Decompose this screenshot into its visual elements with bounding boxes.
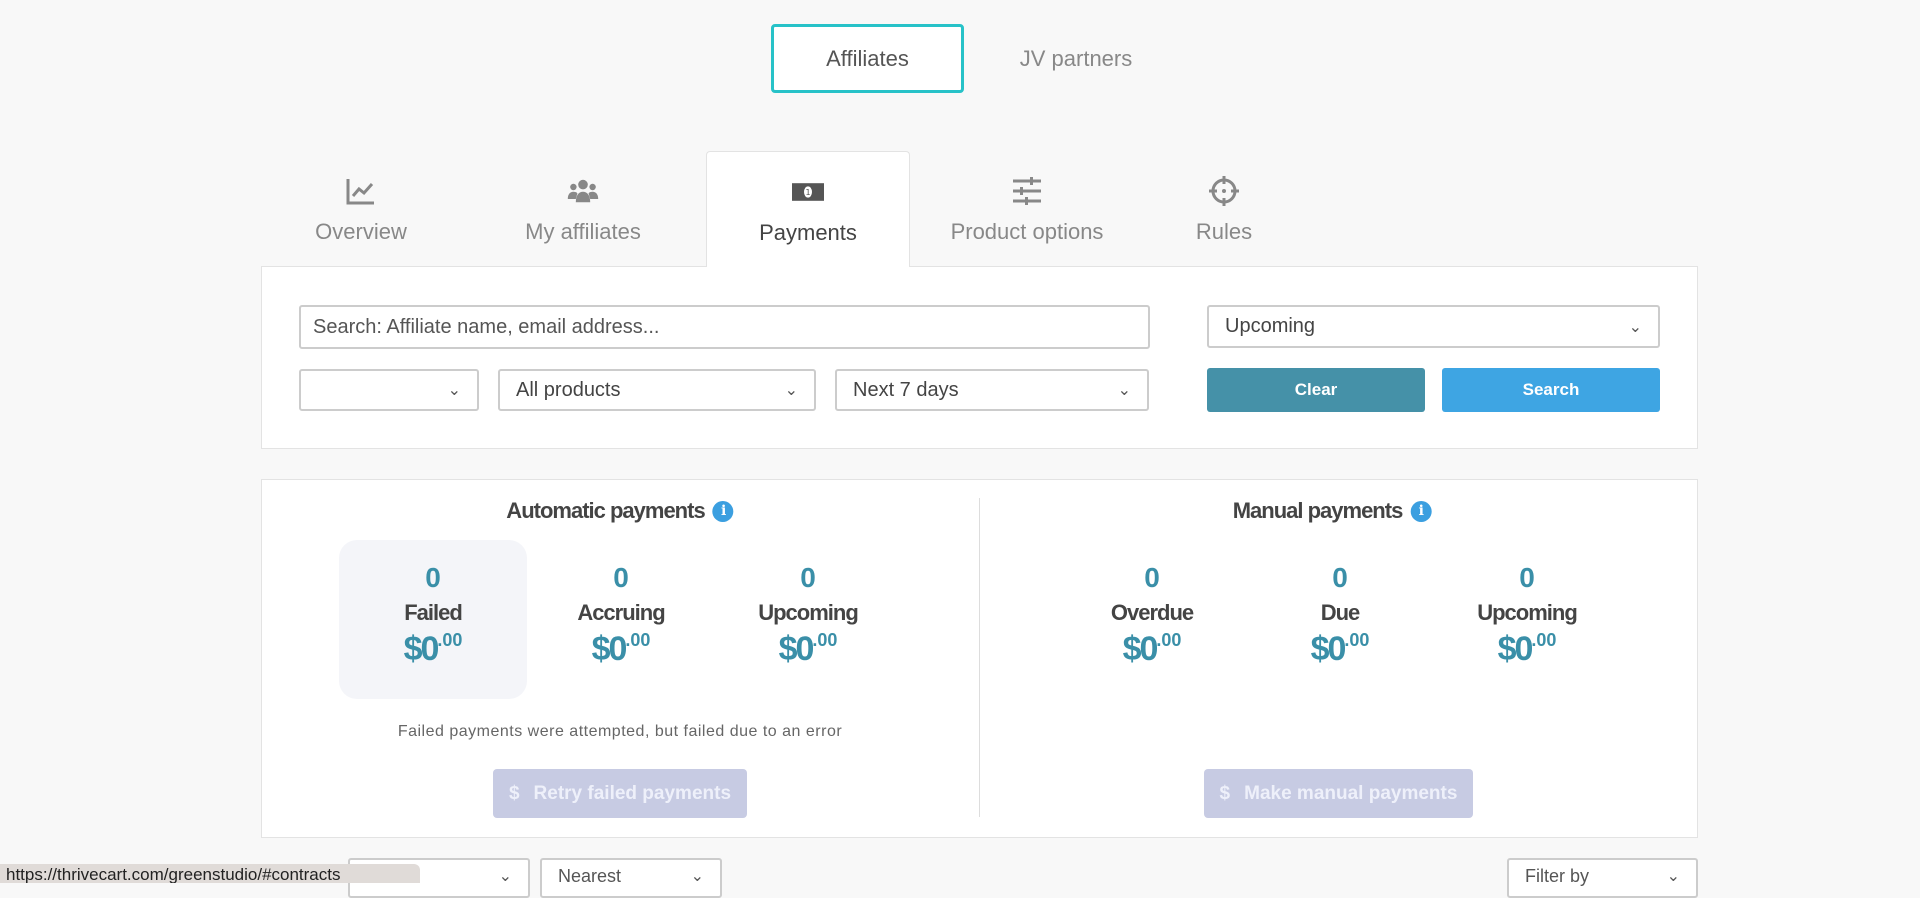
stat-failed[interactable]: 0 Failed $0.00	[339, 562, 527, 669]
chevron-down-icon: ⌄	[447, 382, 461, 399]
tab-overview[interactable]: Overview	[259, 151, 463, 267]
filter-panel	[261, 266, 1698, 449]
first-filter-select[interactable]: ⌄	[299, 369, 479, 411]
manual-payments-title: Manual payments i	[1233, 498, 1432, 524]
stat-upcoming[interactable]: 0 Upcoming $0.00	[714, 562, 902, 669]
stat-label: Due	[1320, 600, 1361, 625]
info-icon[interactable]: i	[712, 500, 734, 522]
tab-label: Payments	[759, 220, 857, 245]
tab-label: Rules	[1195, 219, 1253, 244]
dollar-icon: $	[508, 782, 520, 804]
chevron-down-icon: ⌄	[498, 868, 512, 885]
users-icon	[567, 179, 599, 203]
stat-count: 0	[1519, 562, 1535, 593]
make-manual-payments-button[interactable]: $ Make manual payments	[1204, 769, 1473, 818]
divider	[979, 498, 980, 817]
stat-count: 0	[1332, 562, 1348, 593]
chevron-down-icon: ⌄	[1117, 382, 1131, 399]
tab-rules[interactable]: Rules	[1122, 151, 1326, 267]
products-select-value: All products	[516, 378, 621, 401]
chevron-down-icon: ⌄	[1628, 318, 1642, 336]
title-text: Manual payments	[1232, 498, 1404, 523]
order-select[interactable]: Nearest ⌄	[540, 858, 722, 898]
search-input[interactable]: Search: Affiliate name, email address...	[299, 305, 1150, 349]
stat-amount: $0.00	[1122, 630, 1182, 668]
failed-note: Failed payments were attempted, but fail…	[397, 723, 843, 740]
stat-label: Failed	[404, 600, 463, 625]
filter-select-value: Filter by	[1525, 866, 1590, 886]
dollar-icon: $	[1219, 782, 1231, 804]
affiliates-toggle[interactable]: Affiliates	[771, 24, 964, 93]
stat-count: 0	[425, 562, 441, 593]
crosshairs-icon	[1209, 176, 1239, 206]
stat-amount: $0.00	[1310, 630, 1370, 668]
products-select[interactable]: All products ⌄	[498, 369, 816, 411]
chevron-down-icon: ⌄	[690, 868, 704, 885]
status-bar-url: https://thrivecart.com/greenstudio/#cont…	[0, 864, 420, 883]
tab-label: My affiliates	[525, 219, 641, 244]
automatic-payments-title: Automatic payments i	[506, 498, 734, 524]
sliders-icon	[1013, 177, 1041, 205]
search-button[interactable]: Search	[1442, 368, 1660, 412]
order-select-value: Nearest	[558, 866, 622, 886]
stat-label: Accruing	[577, 600, 665, 625]
tab-label: Product options	[950, 219, 1104, 244]
tab-my-affiliates[interactable]: My affiliates	[481, 151, 685, 267]
jv-partners-toggle[interactable]: JV partners	[990, 24, 1162, 93]
tab-product-options[interactable]: Product options	[925, 151, 1129, 267]
svg-text:1: 1	[805, 188, 810, 197]
chart-line-icon	[346, 179, 374, 205]
clear-button[interactable]: Clear	[1207, 368, 1425, 412]
button-label: Retry failed payments	[533, 782, 732, 804]
chevron-down-icon: ⌄	[784, 382, 798, 399]
filter-by-select[interactable]: Filter by ⌄	[1507, 858, 1698, 898]
stat-manual-upcoming[interactable]: 0 Upcoming $0.00	[1433, 562, 1621, 669]
stat-amount: $0.00	[1497, 630, 1557, 668]
stat-amount: $0.00	[591, 630, 651, 668]
stat-count: 0	[1144, 562, 1160, 593]
status-select-value: Upcoming	[1225, 315, 1316, 337]
chevron-down-icon: ⌄	[1666, 868, 1680, 885]
status-select[interactable]: Upcoming ⌄	[1207, 305, 1660, 348]
money-bill-icon: 1	[792, 183, 824, 201]
stat-label: Overdue	[1110, 600, 1194, 625]
period-select[interactable]: Next 7 days ⌄	[835, 369, 1149, 411]
stat-count: 0	[613, 562, 629, 593]
tab-label: Overview	[315, 219, 407, 244]
stat-due[interactable]: 0 Due $0.00	[1246, 562, 1434, 669]
stat-amount: $0.00	[403, 630, 463, 668]
retry-failed-payments-button[interactable]: $ Retry failed payments	[493, 769, 747, 818]
stat-amount: $0.00	[778, 630, 838, 668]
stat-count: 0	[800, 562, 816, 593]
info-icon[interactable]: i	[1410, 500, 1432, 522]
title-text: Automatic payments	[506, 498, 705, 523]
stat-label: Upcoming	[1477, 600, 1578, 625]
stat-label: Upcoming	[758, 600, 859, 625]
stat-overdue[interactable]: 0 Overdue $0.00	[1058, 562, 1246, 669]
period-select-value: Next 7 days	[853, 378, 959, 401]
button-label: Make manual payments	[1244, 782, 1458, 804]
tab-payments[interactable]: 1 Payments	[706, 151, 910, 267]
stat-accruing[interactable]: 0 Accruing $0.00	[527, 562, 715, 669]
